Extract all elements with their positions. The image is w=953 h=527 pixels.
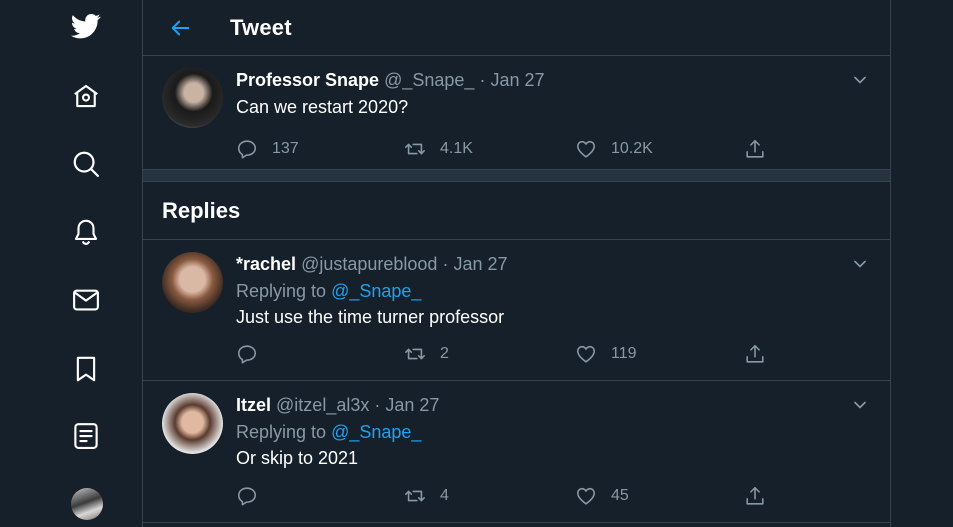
reply-count: 137 — [272, 140, 299, 157]
like-button[interactable]: 10.2K — [575, 136, 653, 162]
tweet-body: Professor Snape @_Snape_ · Jan 27 Can we… — [236, 70, 870, 120]
back-arrow-icon[interactable] — [168, 15, 194, 41]
separator-dot: · — [479, 70, 486, 90]
retweet-button[interactable]: 4.1K — [404, 136, 473, 162]
author-handle[interactable]: @_Snape_ — [384, 70, 474, 90]
tweet-header: *rachel @justapureblood · Jan 27 — [236, 254, 870, 278]
tweet-header: Professor Snape @_Snape_ · Jan 27 — [236, 70, 870, 94]
tweet-body: *rachel @justapureblood · Jan 27 Replyin… — [236, 254, 870, 330]
bookmarks-icon[interactable] — [68, 351, 104, 387]
author-handle[interactable]: @justapureblood — [301, 254, 437, 274]
tweet-actions — [236, 192, 796, 218]
avatar[interactable] — [162, 393, 223, 454]
main-tweet-actions: 137 4.1K 10.2K — [236, 136, 796, 162]
avatar[interactable] — [162, 252, 223, 313]
lists-icon[interactable] — [68, 418, 104, 454]
replying-to: Replying to @_Snape_ — [236, 419, 870, 445]
tweet-header: Itzel @itzel_al3x · Jan 27 — [236, 395, 870, 419]
share-button[interactable] — [744, 483, 766, 509]
retweet-count: 4 — [440, 487, 449, 504]
replying-prefix: Replying to — [236, 281, 332, 301]
mention-link[interactable]: @_Snape_ — [331, 281, 421, 301]
like-button[interactable]: 45 — [575, 483, 629, 509]
tweet-text: Just use the time turner professor — [236, 307, 505, 327]
section-separator — [143, 170, 890, 182]
main-column: Tweet Professor Snape @_Snape_ · Jan 27 … — [142, 0, 891, 527]
left-navigation — [0, 0, 143, 527]
author-name[interactable]: Professor Snape — [236, 70, 379, 90]
retweet-button[interactable]: 2 — [404, 341, 449, 367]
author-name[interactable]: Itzel — [236, 395, 271, 415]
page-title: Tweet — [230, 14, 292, 40]
reply-tweet[interactable]: Itzel @itzel_al3x · Jan 27 Replying to @… — [143, 381, 890, 523]
retweet-button[interactable]: 4 — [404, 483, 449, 509]
like-count: 45 — [611, 487, 629, 504]
share-button[interactable] — [744, 136, 766, 162]
reply-button[interactable] — [236, 483, 272, 509]
replying-to: Replying to @_Snape_ — [236, 278, 870, 304]
tweet-actions: 2 119 — [236, 341, 796, 367]
tweet-body: Itzel @itzel_al3x · Jan 27 Replying to @… — [236, 395, 870, 471]
author-handle[interactable]: @itzel_al3x — [276, 395, 369, 415]
tweet-date[interactable]: Jan 27 — [490, 70, 544, 90]
chevron-down-icon[interactable] — [850, 70, 870, 90]
twitter-logo-icon[interactable] — [68, 8, 104, 44]
retweet-count: 4.1K — [440, 140, 473, 157]
explore-icon[interactable] — [68, 146, 104, 182]
like-count: 119 — [611, 345, 637, 362]
notifications-icon[interactable] — [68, 214, 104, 250]
page-header: Tweet — [143, 0, 890, 56]
author-name[interactable]: *rachel — [236, 254, 296, 274]
reply-tweet[interactable]: *rachel @justapureblood · Jan 27 Replyin… — [143, 240, 890, 381]
separator-dot: · — [442, 254, 449, 274]
separator-dot: · — [374, 395, 381, 415]
chevron-down-icon[interactable] — [850, 254, 870, 274]
home-icon[interactable] — [68, 78, 104, 114]
mention-link[interactable]: @_Snape_ — [331, 422, 421, 442]
like-count: 10.2K — [611, 140, 653, 157]
profile-avatar[interactable] — [71, 488, 103, 520]
messages-icon[interactable] — [68, 282, 104, 318]
reply-button[interactable] — [236, 341, 272, 367]
tweet-text: Can we restart 2020? — [236, 97, 409, 117]
retweet-count: 2 — [440, 345, 449, 362]
replying-prefix: Replying to — [236, 422, 332, 442]
replies-title: Replies — [162, 197, 241, 223]
reply-button[interactable]: 137 — [236, 136, 299, 162]
avatar[interactable] — [162, 67, 223, 128]
tweet-text: Or skip to 2021 — [236, 448, 359, 468]
chevron-down-icon[interactable] — [850, 395, 870, 415]
tweet-actions: 4 45 — [236, 483, 796, 509]
tweet-date[interactable]: Jan 27 — [385, 395, 439, 415]
share-button[interactable] — [744, 341, 766, 367]
like-button[interactable]: 119 — [575, 341, 637, 367]
tweet-date[interactable]: Jan 27 — [453, 254, 507, 274]
